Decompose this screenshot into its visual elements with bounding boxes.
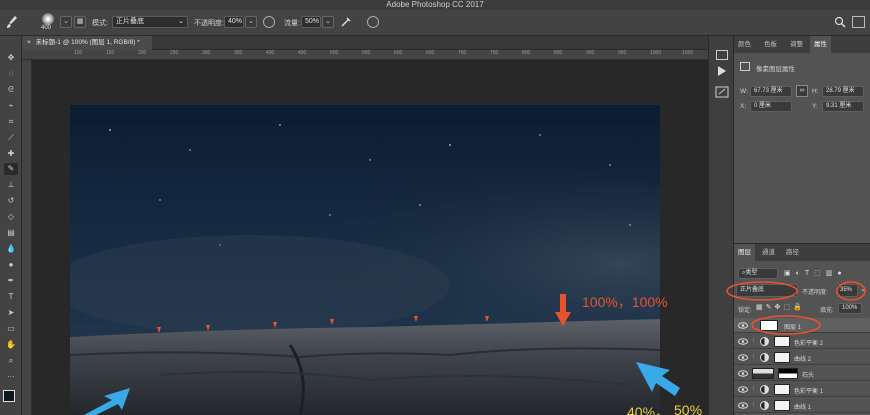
link-icon[interactable]: ∞ xyxy=(796,85,808,97)
layer-mask-thumbnail xyxy=(778,368,798,379)
marker-arrow-icon xyxy=(157,327,161,333)
annotation-bottom-left-percent: 40%， xyxy=(627,404,670,415)
color-balance-icon xyxy=(760,337,769,346)
properties-header: 像素图层属性 xyxy=(756,66,795,73)
height-label: H: xyxy=(812,88,819,95)
layer-name: 色彩平衡 2 xyxy=(794,341,824,347)
width-label: W: xyxy=(740,88,748,95)
properties-tabs: 颜色 色板 调整 属性 xyxy=(734,36,870,53)
x-field[interactable]: 0 厘米 xyxy=(750,101,792,112)
layer-name: 石头 xyxy=(802,373,815,379)
layer-row[interactable]: 石头 xyxy=(734,366,870,381)
layer-name: 曲线 2 xyxy=(794,357,812,363)
blue-arrow-icon xyxy=(84,388,130,415)
layer-filter-value: 类型 xyxy=(745,270,758,276)
marker-arrow-icon xyxy=(414,316,418,322)
visibility-eye-icon[interactable] xyxy=(738,353,748,362)
blend-mode-highlight-ellipse xyxy=(726,281,798,301)
layer-row[interactable]: ↓ 曲线 1 xyxy=(734,398,870,413)
marker-arrow-icon xyxy=(273,322,277,328)
tab-layers[interactable]: 图层 xyxy=(734,244,755,261)
layer-mask-thumbnail xyxy=(774,352,790,363)
clip-arrow-icon: ↓ xyxy=(752,385,755,391)
y-field[interactable]: 9.31 厘米 xyxy=(822,101,864,112)
highlight-ellipses xyxy=(726,281,866,335)
curves-icon xyxy=(760,401,769,410)
clip-arrow-icon: ↓ xyxy=(752,401,755,407)
tab-adjustments[interactable]: 调整 xyxy=(786,36,807,53)
tab-swatches[interactable]: 色板 xyxy=(760,36,781,53)
layer-mask-thumbnail xyxy=(774,384,790,395)
properties-panel: 颜色 色板 调整 属性 像素图层属性 W: 67.73 厘米 ∞ H: 28.7… xyxy=(734,36,870,243)
clip-arrow-icon: ↓ xyxy=(752,337,755,343)
layer-mask-thumbnail xyxy=(774,336,790,347)
layer-name: 色彩平衡 1 xyxy=(794,389,824,395)
annotation-top-percent: 100%，100% xyxy=(582,294,668,310)
visibility-eye-icon[interactable] xyxy=(738,337,748,346)
layer1-highlight-ellipse xyxy=(751,315,821,335)
height-field[interactable]: 28.79 厘米 xyxy=(822,86,864,97)
small-marker-arrows xyxy=(157,316,489,333)
tool-presets-icon[interactable] xyxy=(715,86,729,98)
visibility-eye-icon[interactable] xyxy=(738,385,748,394)
layer-row[interactable]: ↓ 色彩平衡 2 xyxy=(734,334,870,349)
clip-arrow-icon: ↓ xyxy=(752,353,755,359)
layers-tabs: 图层 通道 路径 xyxy=(734,244,870,261)
down-arrow-icon xyxy=(555,294,571,326)
layer-mask-thumbnail xyxy=(774,400,790,411)
layer-row[interactable]: ↓ 曲线 2 xyxy=(734,350,870,365)
tab-channels[interactable]: 通道 xyxy=(758,244,779,261)
pixel-layer-icon xyxy=(740,62,750,71)
panel-dock-strip xyxy=(708,36,734,415)
blue-arrow-icon xyxy=(636,362,680,396)
history-panel-icon[interactable] xyxy=(716,50,728,60)
color-balance-icon xyxy=(760,385,769,394)
x-label: X: xyxy=(740,103,747,110)
annotation-bottom-right-percent: 50% xyxy=(674,402,703,415)
tab-paths[interactable]: 路径 xyxy=(782,244,803,261)
tab-color[interactable]: 颜色 xyxy=(734,36,755,53)
width-field[interactable]: 67.73 厘米 xyxy=(750,86,792,97)
marker-arrow-icon xyxy=(485,316,489,322)
visibility-eye-icon[interactable] xyxy=(738,401,748,410)
y-label: Y: xyxy=(812,103,818,110)
layer-thumbnail xyxy=(752,368,774,379)
marker-arrow-icon xyxy=(330,319,334,325)
tab-properties[interactable]: 属性 xyxy=(810,36,831,53)
actions-play-icon[interactable] xyxy=(717,66,727,76)
layer-name: 曲线 1 xyxy=(794,405,812,411)
visibility-eye-icon[interactable] xyxy=(738,369,748,378)
marker-arrow-icon xyxy=(206,325,210,331)
opacity-highlight-ellipse xyxy=(836,281,866,301)
curves-icon xyxy=(760,353,769,362)
layer-row[interactable]: ↓ 色彩平衡 1 xyxy=(734,382,870,397)
